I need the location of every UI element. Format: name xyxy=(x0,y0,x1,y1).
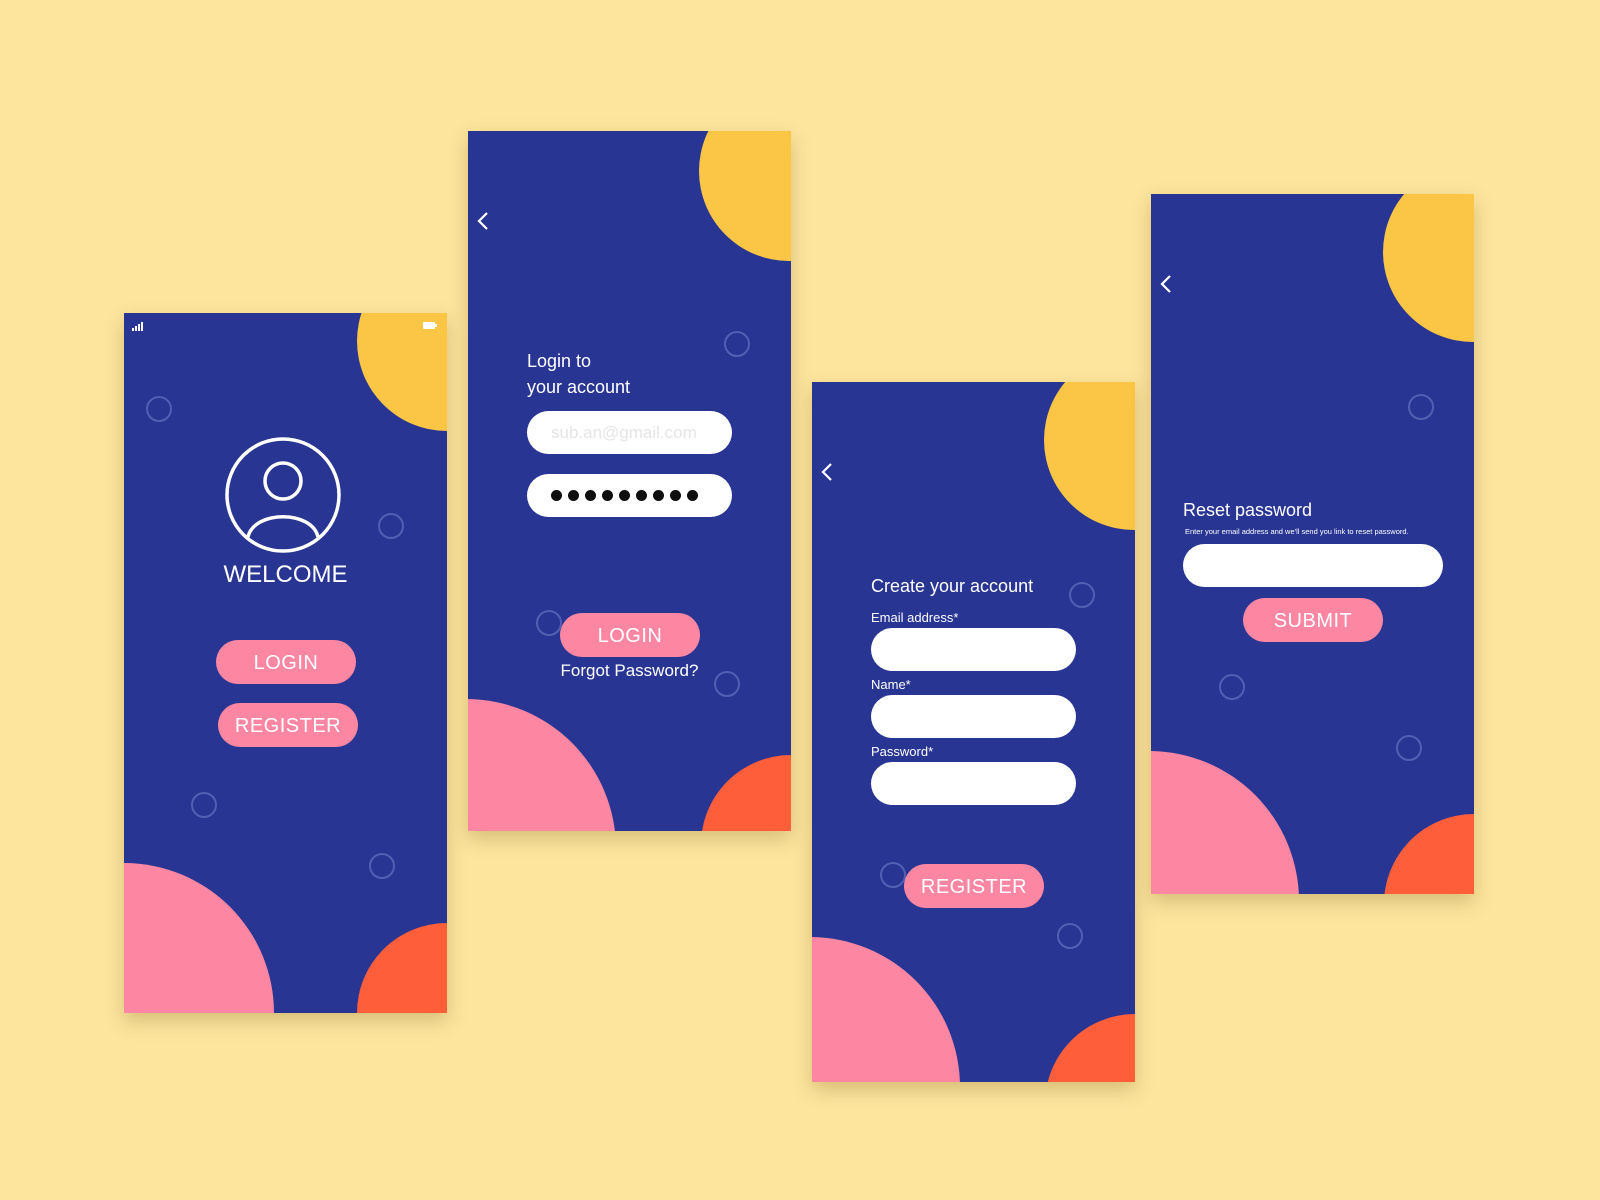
decor-pink-circle xyxy=(124,863,274,1013)
email-input[interactable] xyxy=(871,628,1076,671)
reset-heading: Reset password xyxy=(1183,500,1313,520)
decor-yellow-circle xyxy=(1383,194,1474,342)
name-input[interactable] xyxy=(871,695,1076,738)
name-label: Name* xyxy=(871,677,911,692)
login-button[interactable]: LOGIN xyxy=(216,640,356,684)
decor-orange-circle xyxy=(1045,1014,1135,1082)
decor-ring xyxy=(1219,674,1245,700)
decor-yellow-circle xyxy=(699,131,791,261)
password-dot xyxy=(653,490,664,501)
decor-ring xyxy=(536,610,562,636)
register-button[interactable]: REGISTER xyxy=(218,703,358,747)
password-label: Password* xyxy=(871,744,934,759)
submit-button[interactable]: SUBMIT xyxy=(1243,598,1383,642)
decor-yellow-circle xyxy=(1044,382,1135,530)
register-heading: Create your account xyxy=(871,576,1034,596)
decor-orange-circle xyxy=(701,755,791,831)
decor-ring xyxy=(146,396,172,422)
reset-email-input[interactable] xyxy=(1183,544,1443,587)
login-screen: Login to your account sub.an@gmail.com L… xyxy=(468,131,791,831)
password-input[interactable] xyxy=(871,762,1076,805)
email-input[interactable]: sub.an@gmail.com xyxy=(527,411,732,454)
email-label: Email address* xyxy=(871,610,959,625)
decor-ring xyxy=(1057,923,1083,949)
decor-ring xyxy=(724,331,750,357)
login-heading-line2: your account xyxy=(527,377,631,397)
password-dot xyxy=(568,490,579,501)
password-dot xyxy=(670,490,681,501)
forgot-password-link[interactable]: Forgot Password? xyxy=(468,661,791,681)
signal-icon xyxy=(132,322,143,331)
login-button[interactable]: LOGIN xyxy=(560,613,700,657)
decor-yellow-circle xyxy=(357,313,447,431)
reset-subtext: Enter your email address and we'll send … xyxy=(1185,527,1409,536)
battery-icon xyxy=(423,322,437,329)
register-button[interactable]: REGISTER xyxy=(904,864,1044,908)
welcome-screen: WELCOME LOGIN REGISTER xyxy=(124,313,447,1013)
back-arrow-icon[interactable] xyxy=(474,209,494,233)
decor-pink-circle xyxy=(1151,751,1299,894)
decor-ring xyxy=(369,853,395,879)
welcome-title: WELCOME xyxy=(223,561,348,588)
back-arrow-icon[interactable] xyxy=(818,460,838,484)
user-avatar-icon xyxy=(225,437,341,553)
email-placeholder: sub.an@gmail.com xyxy=(551,422,697,442)
decor-pink-circle xyxy=(468,699,616,831)
password-input[interactable] xyxy=(527,474,732,517)
decor-ring xyxy=(1408,394,1434,420)
decor-ring xyxy=(191,792,217,818)
password-mask xyxy=(551,490,698,501)
password-dot xyxy=(585,490,596,501)
decor-ring xyxy=(1396,735,1422,761)
decor-ring xyxy=(1069,582,1095,608)
password-dot xyxy=(551,490,562,501)
decor-orange-circle xyxy=(357,923,447,1013)
password-dot xyxy=(602,490,613,501)
password-dot xyxy=(619,490,630,501)
register-screen: Create your account Email address* Name*… xyxy=(812,382,1135,1082)
password-dot xyxy=(687,490,698,501)
decor-ring xyxy=(378,513,404,539)
decor-pink-circle xyxy=(812,937,960,1082)
back-arrow-icon[interactable] xyxy=(1157,272,1177,296)
password-dot xyxy=(636,490,647,501)
reset-password-screen: Reset password Enter your email address … xyxy=(1151,194,1474,894)
login-heading-line1: Login to xyxy=(527,351,592,371)
decor-orange-circle xyxy=(1384,814,1474,894)
decor-ring xyxy=(880,862,906,888)
